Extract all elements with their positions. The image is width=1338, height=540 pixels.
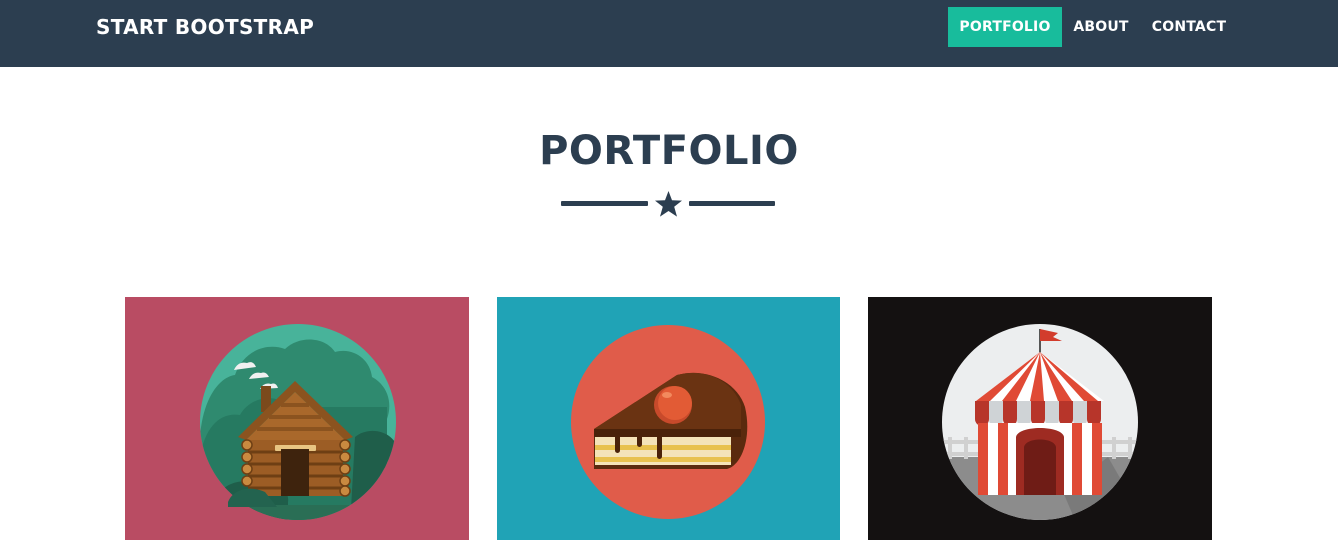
portfolio-item-cabin[interactable]	[125, 297, 469, 540]
divider-line-left	[561, 201, 648, 206]
portfolio-item-cake[interactable]	[497, 297, 840, 540]
brand-link[interactable]: START BOOTSTRAP	[96, 15, 314, 39]
nav-item-contact[interactable]: CONTACT	[1140, 7, 1238, 47]
nav-item-about[interactable]: ABOUT	[1062, 7, 1140, 47]
star-icon	[655, 191, 682, 217]
nav-item-portfolio[interactable]: PORTFOLIO	[948, 7, 1062, 47]
divider-line-right	[689, 201, 775, 206]
portfolio-item-circus[interactable]	[868, 297, 1212, 540]
navbar: START BOOTSTRAP PORTFOLIO ABOUT CONTACT	[0, 0, 1338, 67]
section-title: PORTFOLIO	[539, 128, 799, 174]
cabin-icon	[125, 297, 469, 540]
cake-icon	[497, 297, 840, 540]
circus-tent-icon	[868, 297, 1212, 540]
